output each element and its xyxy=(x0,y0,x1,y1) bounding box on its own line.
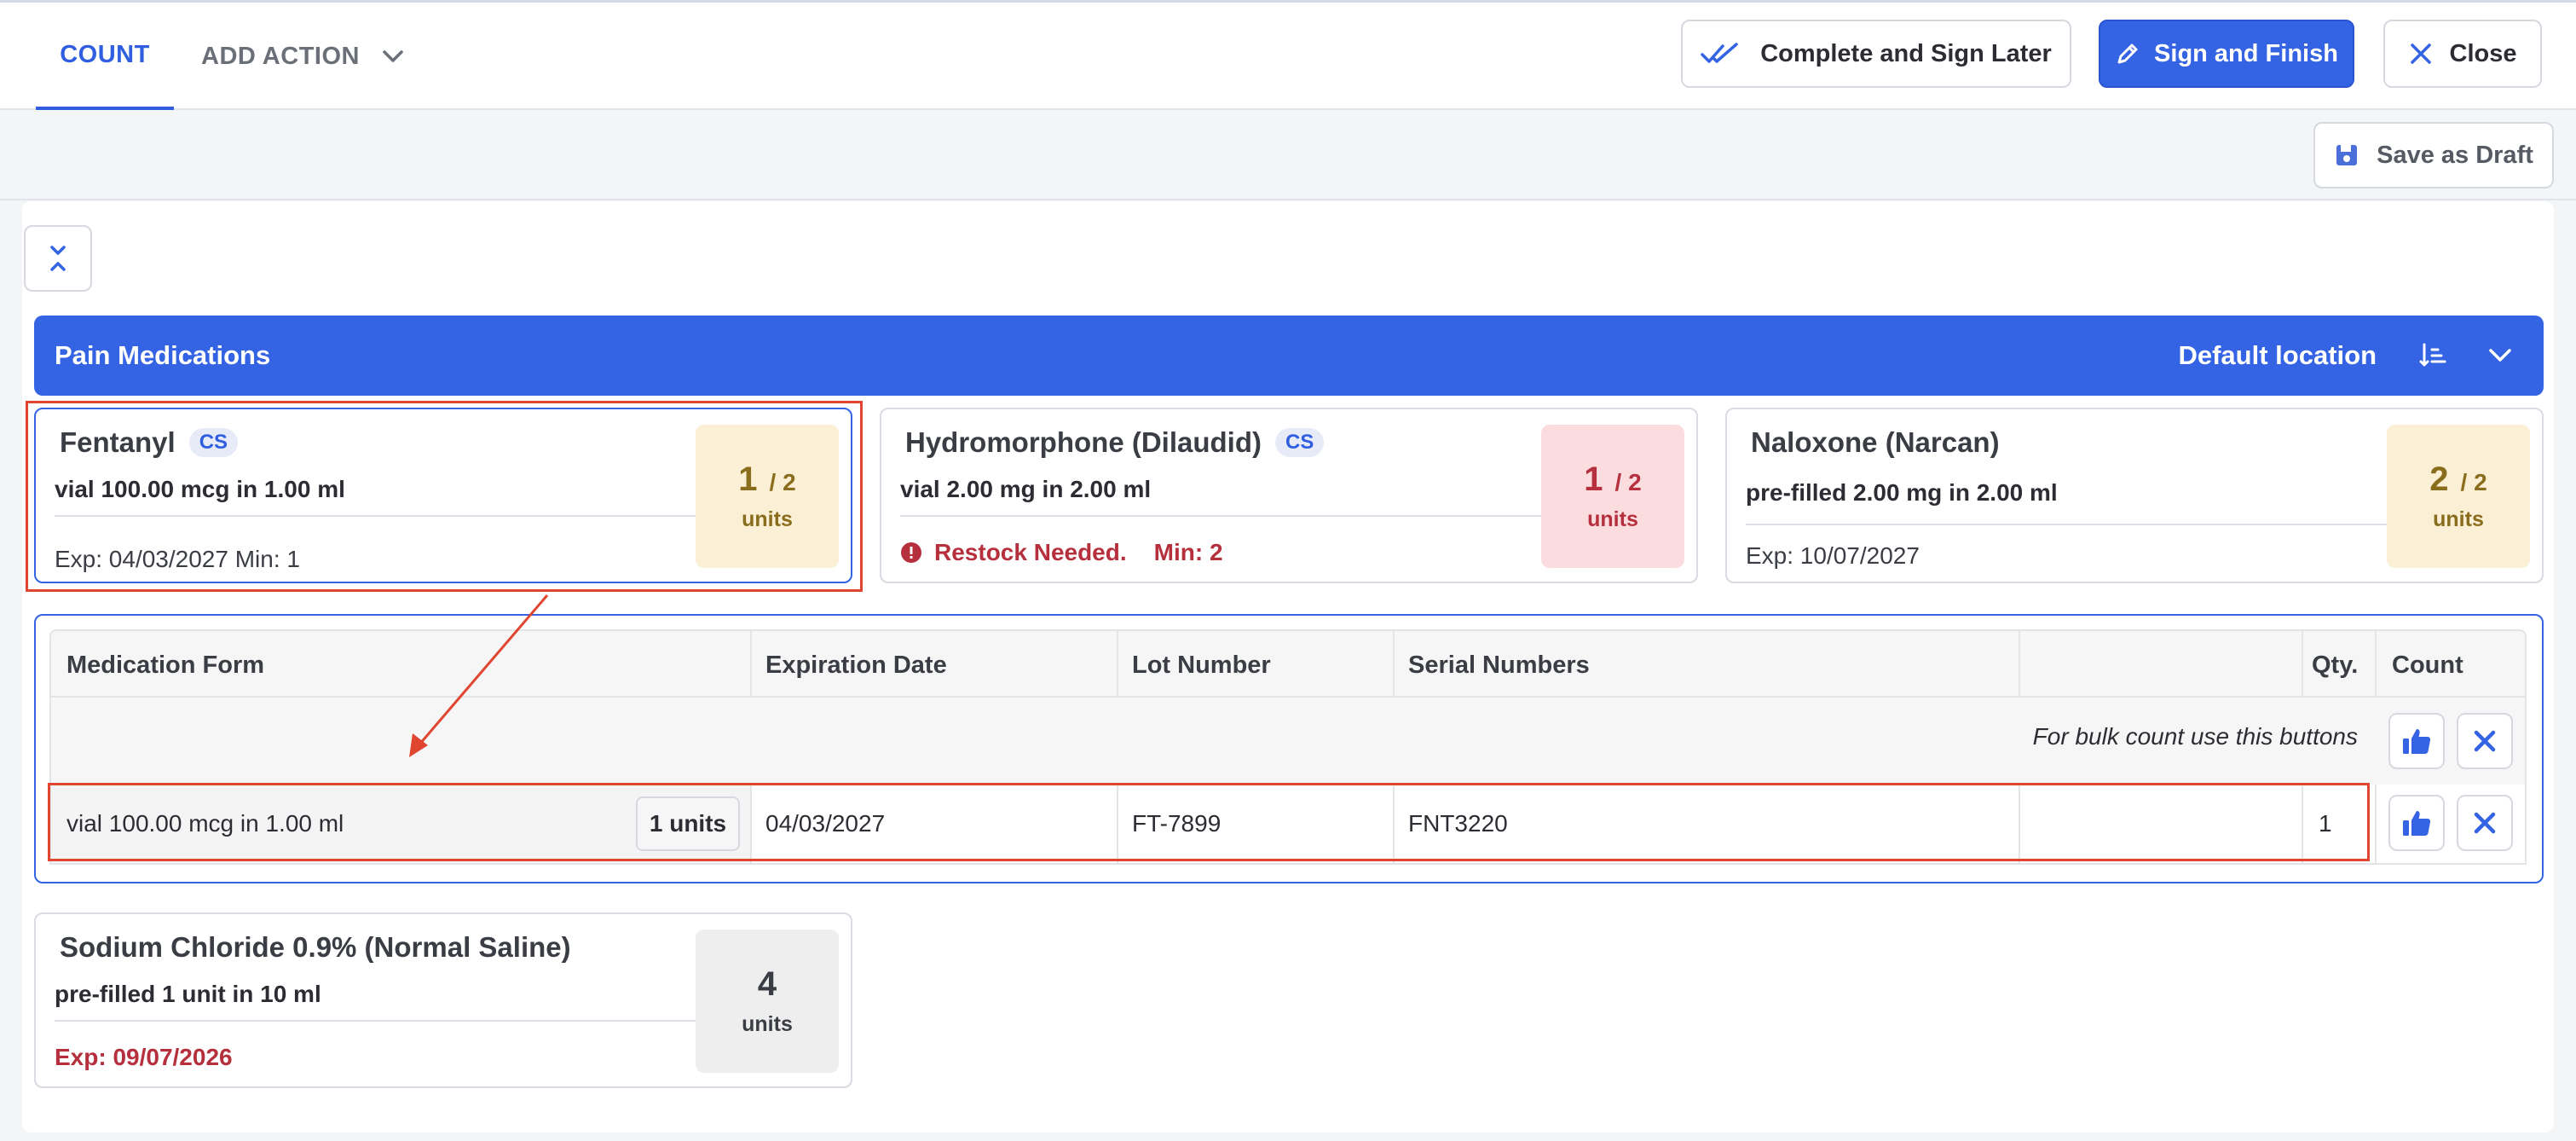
controlled-substance-badge: CS xyxy=(1274,428,1325,457)
bulk-count-hint: For bulk count use this buttons xyxy=(2032,723,2358,750)
tab-add-action-label: ADD ACTION xyxy=(201,42,360,70)
medication-card-hydromorphone[interactable]: Hydromorphone (Dilaudid) CS vial 2.00 mg… xyxy=(880,408,1698,583)
col-expiration-date: Expiration Date xyxy=(765,651,947,679)
top-toolbar: COUNT ADD ACTION Complete and Sign Later… xyxy=(0,3,2576,110)
row-approve-button[interactable] xyxy=(2388,795,2445,851)
medication-name: Hydromorphone (Dilaudid) CS xyxy=(905,426,1325,459)
sign-and-finish-button[interactable]: Sign and Finish xyxy=(2099,20,2354,88)
medication-form: pre-filled 1 unit in 10 ml xyxy=(55,981,321,1007)
col-serial-numbers: Serial Numbers xyxy=(1408,651,1590,679)
count-box: 2 / 2 units xyxy=(2387,425,2530,568)
count-box: 1 / 2 units xyxy=(1541,425,1684,568)
col-divider xyxy=(750,631,752,699)
restock-text: Restock Needed. xyxy=(934,539,1127,565)
secondary-toolbar xyxy=(0,110,2576,200)
expiration-date: Exp: 10/07/2027 xyxy=(1746,542,1920,569)
tab-add-action[interactable]: ADD ACTION xyxy=(201,3,404,110)
medication-form: pre-filled 2.00 mg in 2.00 ml xyxy=(1746,479,2058,506)
expected-qty: / 2 xyxy=(1614,469,1642,495)
section-location[interactable]: Default location xyxy=(2178,340,2377,371)
card-divider xyxy=(1746,524,2394,525)
close-icon xyxy=(2474,730,2496,752)
card-divider xyxy=(900,515,1548,517)
save-icon xyxy=(2336,145,2358,165)
bulk-approve-button[interactable] xyxy=(2388,713,2445,769)
medication-form: vial 2.00 mg in 2.00 ml xyxy=(900,476,1152,502)
medication-name-text: Naloxone (Narcan) xyxy=(1751,426,2000,458)
tab-count[interactable]: COUNT xyxy=(36,3,174,110)
medication-name: Sodium Chloride 0.9% (Normal Saline) xyxy=(60,931,571,964)
sign-and-finish-label: Sign and Finish xyxy=(2154,39,2338,67)
complete-sign-later-label: Complete and Sign Later xyxy=(1760,39,2052,67)
qty-units: units xyxy=(1587,507,1638,531)
section-header[interactable]: Pain Medications Default location xyxy=(34,316,2544,396)
chevron-down-icon[interactable] xyxy=(2487,343,2513,368)
chevron-down-icon xyxy=(383,50,403,62)
save-as-draft-label: Save as Draft xyxy=(2377,141,2533,169)
col-divider xyxy=(1393,631,1395,699)
thumbs-up-icon xyxy=(2403,811,2431,836)
close-icon xyxy=(2474,812,2496,834)
medication-name-text: Sodium Chloride 0.9% (Normal Saline) xyxy=(60,931,571,963)
restock-min: Min: 2 xyxy=(1153,539,1223,565)
expected-qty: / 2 xyxy=(2460,469,2487,495)
close-label: Close xyxy=(2449,39,2517,67)
counted-qty: 1 xyxy=(1584,460,1603,498)
count-number: 2 / 2 xyxy=(2429,460,2486,499)
counted-qty: 2 xyxy=(2429,460,2449,498)
expiration-date: Exp: 09/07/2026 xyxy=(55,1044,233,1070)
col-medication-form: Medication Form xyxy=(66,651,265,679)
thumbs-up-icon xyxy=(2403,729,2431,754)
counted-qty: 4 xyxy=(757,965,777,1003)
medication-name-text: Hydromorphone (Dilaudid) xyxy=(905,426,1262,458)
col-divider xyxy=(2375,785,2377,863)
annotation-box-card xyxy=(26,401,863,592)
count-box: 4 units xyxy=(696,930,839,1073)
col-qty: Qty. xyxy=(2312,651,2359,679)
col-divider xyxy=(2302,631,2303,699)
card-divider xyxy=(55,1020,702,1022)
pen-icon xyxy=(2117,43,2138,64)
qty-units: units xyxy=(2433,507,2484,531)
medication-card-sodium-chloride[interactable]: Sodium Chloride 0.9% (Normal Saline) pre… xyxy=(34,912,852,1088)
close-icon xyxy=(2410,43,2431,64)
medication-card-naloxone[interactable]: Naloxone (Narcan) pre-filled 2.00 mg in … xyxy=(1725,408,2544,583)
col-count: Count xyxy=(2392,651,2463,679)
collapse-chevrons-icon xyxy=(50,246,66,271)
col-lot-number: Lot Number xyxy=(1132,651,1271,679)
complete-sign-later-button[interactable]: Complete and Sign Later xyxy=(1681,20,2071,88)
sort-icon[interactable] xyxy=(2419,341,2448,370)
annotation-box-row xyxy=(48,783,2370,861)
col-divider xyxy=(2375,631,2377,699)
col-divider xyxy=(2019,631,2020,699)
close-button[interactable]: Close xyxy=(2383,20,2542,88)
alert-icon xyxy=(901,542,921,563)
col-divider xyxy=(1117,631,1118,699)
count-number: 1 / 2 xyxy=(1584,460,1641,499)
double-check-icon xyxy=(1701,43,1738,63)
bulk-reject-button[interactable] xyxy=(2457,713,2513,769)
collapse-all-button[interactable] xyxy=(24,225,92,292)
section-title: Pain Medications xyxy=(55,340,271,370)
medication-name: Naloxone (Narcan) xyxy=(1751,426,2000,459)
annotation-arrow xyxy=(409,594,549,757)
row-reject-button[interactable] xyxy=(2457,795,2513,851)
qty-units: units xyxy=(742,1012,793,1036)
save-as-draft-button[interactable]: Save as Draft xyxy=(2313,122,2554,188)
restock-warning: Restock Needed. Min: 2 xyxy=(900,539,1223,566)
